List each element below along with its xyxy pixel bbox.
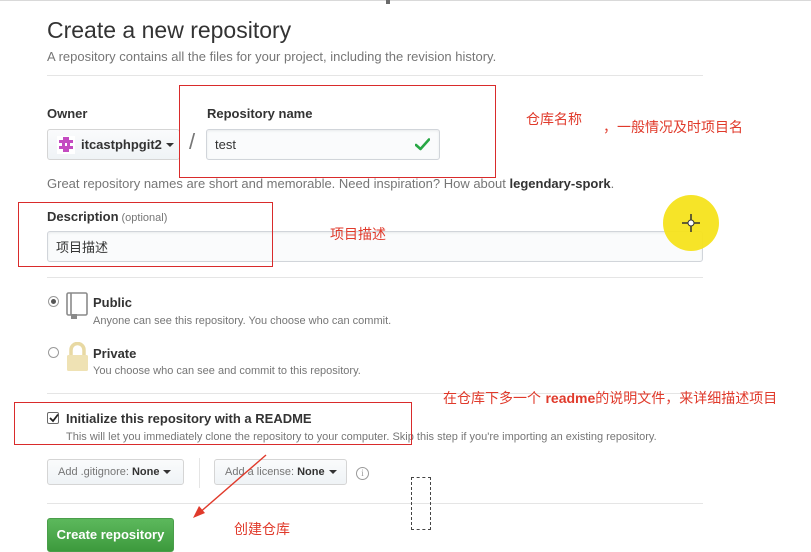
owner-label: Owner — [47, 106, 88, 121]
info-icon[interactable]: i — [356, 467, 369, 480]
annotation-readme-after: 的说明文件，来详细描述项目 — [595, 391, 778, 407]
description-highlight-box — [18, 202, 273, 267]
license-value: None — [297, 466, 325, 478]
hint-text: Great repository names are short and mem… — [47, 176, 506, 191]
annotation-readme-before: 在仓库下多一个 — [443, 391, 546, 407]
options-divider — [47, 503, 703, 504]
chevron-down-icon — [163, 470, 172, 474]
private-radio[interactable] — [48, 347, 59, 358]
create-repository-button[interactable]: Create repository — [47, 518, 174, 552]
repo-book-icon — [66, 292, 88, 319]
description-divider — [47, 277, 703, 278]
page-subtitle: A repository contains all the files for … — [47, 49, 497, 64]
top-marker — [386, 0, 390, 4]
public-label: Public — [93, 295, 133, 310]
public-radio[interactable] — [48, 296, 59, 307]
gitignore-dropdown[interactable]: Add .gitignore: None — [47, 459, 184, 485]
hint-end: . — [610, 176, 615, 191]
owner-name: itcastphpgit2 — [81, 137, 162, 152]
gitignore-value: None — [131, 466, 160, 478]
annotation-description: 项目描述 — [330, 227, 386, 243]
annotation-readme-keyword: readme — [545, 390, 596, 406]
private-note: You choose who can see and commit to thi… — [93, 365, 361, 377]
owner-dropdown[interactable]: itcastphpgit2 — [47, 129, 180, 160]
chevron-down-icon — [165, 142, 174, 147]
annotation-create: 创建仓库 — [234, 522, 290, 538]
repo-name-hint: Great repository names are short and mem… — [47, 176, 614, 191]
owner-avatar-icon — [57, 135, 75, 154]
header-divider — [47, 75, 703, 76]
annotation-repo-name: 仓库名称 — [526, 112, 582, 128]
lock-icon — [67, 342, 88, 371]
chevron-down-icon — [328, 470, 337, 474]
annotation-arrow — [193, 454, 267, 518]
top-border — [0, 0, 811, 1]
readme-highlight-box — [14, 402, 412, 445]
name-suggestion[interactable]: legendary-spork — [509, 176, 610, 191]
repo-name-highlight-box — [179, 85, 496, 178]
annotation-repo-name-extra: ，一般情况及时项目名 — [603, 120, 743, 136]
private-label: Private — [93, 346, 137, 361]
crosshair-cursor-icon — [682, 214, 700, 232]
annotation-readme: 在仓库下多一个 readme的说明文件，来详细描述项目 — [443, 388, 803, 410]
public-note: Anyone can see this repository. You choo… — [93, 315, 392, 327]
gitignore-prefix: Add .gitignore: — [58, 466, 129, 478]
selection-marquee — [411, 477, 431, 530]
page-title: Create a new repository — [47, 17, 292, 43]
